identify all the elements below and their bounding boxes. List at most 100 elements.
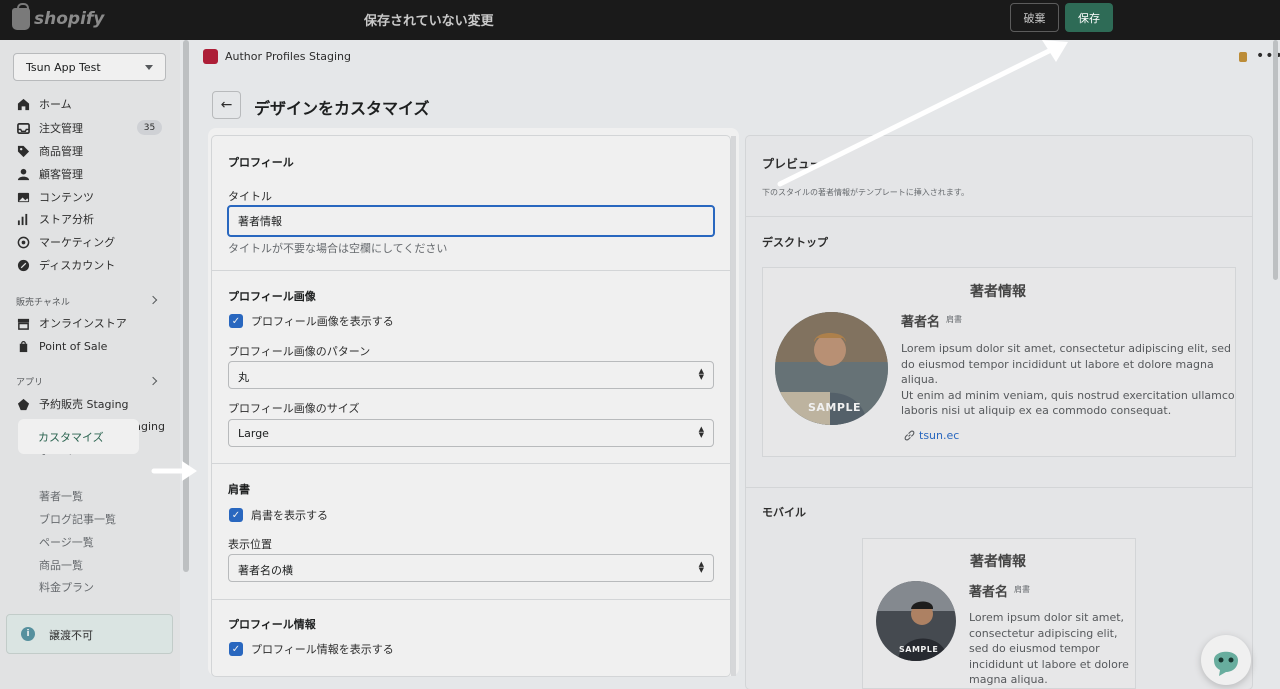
person-icon — [17, 168, 30, 180]
subnav-blog-posts[interactable]: ブログ記事一覧 — [39, 511, 116, 527]
chat-bot-icon — [1214, 651, 1238, 676]
shopify-bag-icon — [12, 3, 30, 30]
sidebar-item-discounts[interactable]: ディスカウント — [17, 256, 115, 274]
home-icon — [17, 98, 30, 110]
tag-icon — [17, 145, 30, 157]
link-icon — [904, 430, 915, 441]
preview-title: プレビュー — [762, 157, 823, 171]
bio-line: Ut enim ad minim veniam, quis nostrud ex… — [901, 388, 1235, 402]
author-name: 著者名 — [969, 585, 1009, 600]
bio-line: Lorem ipsum dolor sit amet, consectetur … — [901, 342, 1231, 355]
author-heading: 著者情報 — [970, 284, 1026, 300]
unsaved-changes-text: 保存されていない変更 — [364, 14, 494, 29]
author-heading: 著者情報 — [970, 554, 1026, 570]
store-name: Tsun App Test — [26, 61, 101, 74]
pattern-select[interactable]: 丸 ▲ ▼ — [228, 361, 714, 389]
pin-icon[interactable] — [1239, 52, 1247, 62]
back-button[interactable]: ← — [212, 91, 241, 119]
form-scrollbar[interactable] — [731, 136, 736, 676]
store-icon — [17, 318, 30, 330]
app-icon — [17, 398, 30, 410]
apps-heading: アプリ — [16, 378, 44, 388]
author-link[interactable]: tsun.ec — [904, 429, 959, 442]
sidebar-item-label: 顧客管理 — [39, 168, 83, 181]
sidebar-item-analytics[interactable]: ストア分析 — [17, 210, 94, 228]
bio-line: magna aliqua. — [969, 673, 1048, 686]
store-selector[interactable]: Tsun App Test — [13, 53, 166, 81]
bar-chart-icon — [17, 213, 28, 225]
page-title: デザインをカスタマイズ — [254, 99, 430, 118]
pos-icon — [19, 340, 28, 352]
sidebar-item-orders[interactable]: 注文管理 — [17, 119, 83, 137]
target-icon — [17, 236, 30, 248]
subnav-authors[interactable]: 著者一覧 — [39, 488, 83, 504]
select-arrows-icon: ▲ ▼ — [698, 560, 704, 574]
sidebar-scrollbar[interactable] — [183, 40, 189, 572]
divider — [746, 487, 1252, 488]
title-label: タイトル — [228, 190, 272, 203]
title-help-text: タイトルが不要な場合は空欄にしてください — [228, 242, 448, 255]
sidebar-item-pos[interactable]: Point of Sale — [17, 337, 107, 355]
sidebar-item-content[interactable]: コンテンツ — [17, 188, 94, 206]
sidebar-item-home[interactable]: ホーム — [17, 95, 72, 113]
preview-description: 下のスタイルの著者情報がテンプレートに挿入されます。 — [762, 188, 969, 197]
sidebar-item-label: 注文管理 — [39, 122, 83, 135]
sidebar-item-label: マーケティング — [39, 236, 116, 249]
select-arrows-icon: ▲ ▼ — [698, 425, 704, 439]
bio-line: sed do eiusmod tempor — [969, 642, 1100, 655]
author-role: 肩書 — [1014, 585, 1030, 594]
subnav-pricing[interactable]: 料金プラン — [39, 579, 94, 595]
arrow-left-icon: ← — [220, 97, 233, 113]
section-role: 肩書 — [228, 483, 250, 496]
sales-channels-heading: 販売チャネル — [16, 298, 70, 308]
checkmark-icon: ✓ — [229, 314, 243, 328]
author-bio: Lorem ipsum dolor sit amet, consectetur … — [969, 610, 1129, 688]
checkmark-icon: ✓ — [229, 508, 243, 522]
sidebar-item-customers[interactable]: 顧客管理 — [17, 165, 83, 183]
bio-line: Lorem ipsum dolor sit amet, — [969, 611, 1125, 624]
bio-line: aliqua. — [901, 373, 939, 386]
sidebar-item-marketing[interactable]: マーケティング — [17, 233, 115, 251]
sidebar-item-label: ストア分析 — [39, 213, 94, 226]
save-button[interactable]: 保存 — [1065, 3, 1113, 32]
divider — [212, 270, 730, 271]
sidebar-item-products[interactable]: 商品管理 — [17, 142, 83, 160]
sidebar-item-label: ホーム — [39, 98, 72, 111]
desktop-label: デスクトップ — [762, 236, 828, 249]
sidebar-item-online-store[interactable]: オンラインストア — [17, 314, 127, 332]
size-label: プロフィール画像のサイズ — [228, 402, 360, 415]
select-value: Large — [238, 427, 269, 440]
position-select[interactable]: 著者名の横 ▲ ▼ — [228, 554, 714, 582]
mobile-label: モバイル — [762, 506, 806, 519]
title-input[interactable] — [227, 205, 715, 237]
show-image-checkbox[interactable]: ✓ プロフィール画像を表示する — [229, 313, 394, 329]
checkmark-icon: ✓ — [229, 642, 243, 656]
orders-count-badge: 35 — [137, 120, 162, 135]
sample-badge: SAMPLE — [899, 645, 939, 654]
show-info-checkbox[interactable]: ✓ プロフィール情報を表示する — [229, 641, 394, 657]
info-icon: i — [21, 627, 35, 641]
chat-widget-button[interactable] — [1201, 635, 1251, 685]
select-arrows-icon: ▲ ▼ — [698, 367, 704, 381]
subnav-products[interactable]: 商品一覧 — [39, 557, 83, 573]
image-icon — [17, 192, 30, 202]
checkbox-label: 肩書を表示する — [251, 509, 328, 522]
sidebar-item-label: 商品管理 — [39, 145, 83, 158]
author-bio: Lorem ipsum dolor sit amet, consectetur … — [901, 341, 1235, 419]
discount-icon — [17, 259, 30, 271]
divider — [212, 599, 730, 600]
top-bar: shopify 保存されていない変更 破棄 保存 — [0, 0, 1280, 40]
subnav-customize[interactable]: カスタマイズ — [18, 419, 139, 454]
subnav-pages[interactable]: ページ一覧 — [39, 534, 94, 550]
show-role-checkbox[interactable]: ✓ 肩書を表示する — [229, 507, 328, 523]
author-name: 著者名 — [901, 315, 941, 330]
page-scrollbar[interactable] — [1273, 40, 1278, 280]
sidebar-item-preorder-app[interactable]: 予約販売 Staging — [17, 395, 129, 413]
bio-line: do eiusmod tempor incididunt ut labore e… — [901, 357, 1214, 371]
checkbox-label: プロフィール画像を表示する — [251, 315, 394, 328]
size-select[interactable]: Large ▲ ▼ — [228, 419, 714, 447]
discard-button[interactable]: 破棄 — [1010, 3, 1059, 32]
section-profile: プロフィール — [228, 156, 294, 169]
sidebar-item-label: オンラインストア — [39, 317, 127, 330]
shopify-logo[interactable]: shopify — [12, 3, 104, 30]
